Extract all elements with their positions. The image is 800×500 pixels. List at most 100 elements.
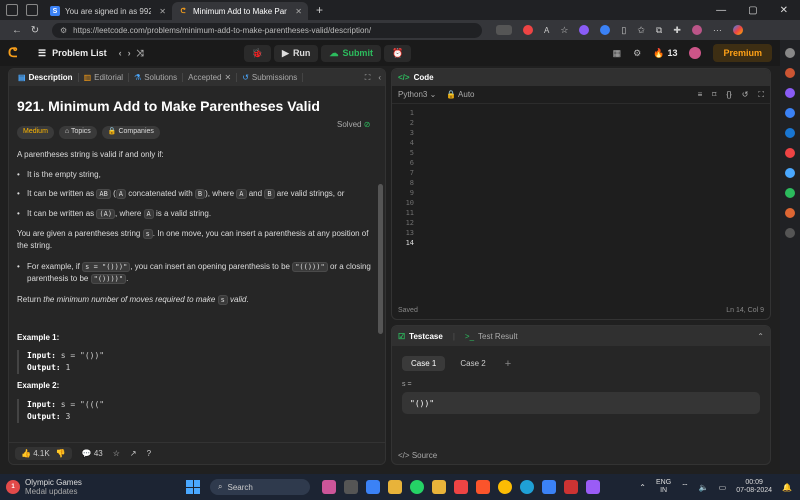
tab-submissions[interactable]: ↺ Submissions	[237, 73, 304, 82]
extension-blue-icon[interactable]	[600, 25, 611, 35]
tools-icon[interactable]	[785, 68, 795, 78]
case-1-tab[interactable]: Case 1	[402, 356, 446, 371]
extension-red-icon[interactable]	[523, 25, 533, 35]
tree-icon[interactable]	[785, 188, 795, 198]
more-icon[interactable]: ···	[713, 25, 722, 35]
fullscreen-icon[interactable]: ⛶	[758, 90, 764, 100]
favorite-icon[interactable]: ☆	[113, 449, 120, 458]
prev-problem-icon[interactable]: ‹	[119, 48, 122, 58]
chrome-icon[interactable]	[498, 480, 512, 494]
minimize-icon[interactable]: —	[716, 5, 726, 16]
tray-chevron-icon[interactable]: ⌃	[639, 483, 646, 492]
add-sidebar-icon[interactable]	[785, 228, 795, 238]
problem-list-link[interactable]: Problem List	[52, 48, 107, 58]
new-tab-button[interactable]: +	[316, 3, 323, 17]
profile-icon[interactable]	[691, 25, 702, 35]
volume-icon[interactable]: 🔈	[699, 483, 709, 492]
edge-icon[interactable]	[520, 480, 534, 494]
code-editor[interactable]: 1 2 3 4 5 6 7 8 9 10 11 12 13 14	[392, 104, 770, 299]
tab-solutions[interactable]: ⚗ Solutions	[129, 73, 184, 82]
dislike-button[interactable]: 👎	[56, 449, 66, 458]
store-icon[interactable]	[542, 480, 556, 494]
extensions-icon[interactable]: ✚	[673, 25, 681, 36]
copilot-icon[interactable]	[732, 25, 743, 35]
timer-button[interactable]: ⏰	[383, 44, 412, 62]
avatar[interactable]	[689, 47, 702, 59]
window-icon[interactable]	[6, 4, 18, 16]
explorer-icon[interactable]	[388, 480, 402, 494]
companies-badge[interactable]: 🔒 Companies	[101, 125, 160, 139]
eye-off-icon[interactable]	[496, 25, 512, 35]
premium-button[interactable]: Premium	[713, 44, 772, 62]
auto-mode[interactable]: 🔒 Auto	[446, 90, 474, 99]
translate-icon[interactable]: A	[544, 26, 549, 35]
problem-title[interactable]: 921. Minimum Add to Make Parentheses Val…	[17, 96, 377, 118]
task-view-icon[interactable]	[344, 480, 358, 494]
send-icon[interactable]	[785, 168, 795, 178]
games-icon[interactable]	[785, 88, 795, 98]
tab-description[interactable]: ▤ Description	[13, 73, 79, 82]
source-link[interactable]: </> Source	[398, 451, 437, 460]
leetcode-logo-icon[interactable]: ᕦ	[8, 46, 22, 60]
close-window-icon[interactable]: ✕	[780, 5, 788, 16]
split-view-icon[interactable]: ▯	[621, 25, 626, 36]
taskbar-search[interactable]: ⌕ Search	[210, 479, 310, 495]
browser-tab-leetcode[interactable]: ᕦ Minimum Add to Make Parenthes ✕	[172, 2, 308, 20]
help-icon[interactable]: ?	[147, 449, 151, 458]
star-icon[interactable]: ☆	[560, 25, 568, 36]
language-select[interactable]: Python3 ⌄	[398, 90, 436, 99]
collapse-panel-icon[interactable]: ⌃	[757, 332, 764, 341]
braces-icon[interactable]: {}	[726, 90, 731, 100]
battery-icon[interactable]: ▭	[719, 483, 727, 492]
language-indicator[interactable]: ENG IN	[656, 479, 671, 495]
tab-testcase[interactable]: ☑ Testcase	[398, 332, 443, 341]
back-icon[interactable]: ←	[8, 25, 26, 36]
weather-widget[interactable]: 1 Olympic Games Medal updates	[0, 478, 170, 496]
layout-icon[interactable]: ▦	[613, 48, 622, 59]
notes-app-icon[interactable]	[366, 480, 380, 494]
close-icon[interactable]: ✕	[295, 7, 302, 16]
clock[interactable]: 00:09 07-08-2024	[736, 479, 772, 495]
shuffle-icon[interactable]: ⤨	[137, 48, 144, 59]
like-button[interactable]: 👍 4.1K	[21, 449, 50, 458]
tab-actions-icon[interactable]	[26, 4, 38, 16]
bookmark-icon[interactable]: ⌑	[712, 90, 716, 100]
share-icon[interactable]: ↗	[130, 449, 137, 458]
reset-icon[interactable]: ↺	[742, 90, 749, 100]
close-icon[interactable]: ✕	[159, 7, 166, 16]
search-icon[interactable]	[785, 48, 795, 58]
extension-purple-icon[interactable]	[579, 25, 590, 35]
run-button[interactable]: ▶ Run	[274, 44, 319, 62]
favorites-icon[interactable]: ✩	[637, 25, 645, 36]
case-2-tab[interactable]: Case 2	[451, 356, 494, 371]
add-case-button[interactable]: +	[505, 358, 511, 370]
address-bar[interactable]: ⚙ https://leetcode.com/problems/minimum-…	[52, 22, 482, 38]
whatsapp-icon[interactable]	[410, 480, 424, 494]
copilot-sidebar-icon[interactable]	[785, 108, 795, 118]
collapse-icon[interactable]: ‹	[378, 73, 381, 82]
site-info-icon[interactable]: ⚙	[60, 26, 67, 35]
widgets-icon[interactable]	[322, 480, 336, 494]
brave-icon[interactable]	[476, 480, 490, 494]
office-icon[interactable]	[785, 148, 795, 158]
refresh-icon[interactable]: ↻	[26, 25, 44, 36]
tab-test-result[interactable]: >_ Test Result	[465, 332, 518, 341]
tab-accepted[interactable]: Accepted ✕	[183, 73, 238, 82]
notification-icon[interactable]: 🔔	[782, 483, 792, 492]
testcase-input[interactable]: "())"	[402, 392, 760, 414]
close-icon[interactable]: ✕	[225, 73, 232, 82]
music-icon[interactable]	[454, 480, 468, 494]
settings-icon[interactable]: ⚙	[633, 48, 641, 59]
outlook-icon[interactable]	[785, 128, 795, 138]
paint-icon[interactable]	[586, 480, 600, 494]
next-problem-icon[interactable]: ›	[128, 48, 131, 58]
debug-button[interactable]: 🐞	[243, 44, 272, 62]
description-scrollbar[interactable]	[378, 184, 383, 334]
topics-badge[interactable]: ⌂ Topics	[58, 125, 97, 139]
office-app-icon[interactable]	[564, 480, 578, 494]
files-icon[interactable]	[432, 480, 446, 494]
collections-icon[interactable]: ⧉	[656, 25, 662, 36]
submit-button[interactable]: ☁ Submit	[321, 44, 381, 62]
wifi-icon[interactable]: ⌔	[681, 482, 689, 492]
format-icon[interactable]: ≡	[698, 90, 703, 100]
